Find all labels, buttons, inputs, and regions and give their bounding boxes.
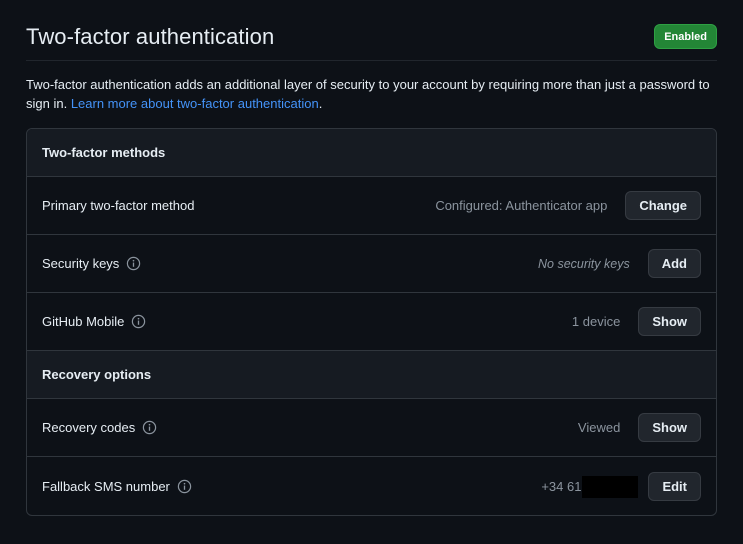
page-title: Two-factor authentication bbox=[26, 24, 275, 49]
fallback-sms-actions: +34 61 Edit bbox=[541, 472, 701, 501]
two-factor-settings-page: Two-factor authentication Enabled Two-fa… bbox=[0, 0, 743, 544]
recovery-codes-label: Recovery codes bbox=[42, 420, 157, 435]
change-button[interactable]: Change bbox=[625, 191, 701, 220]
primary-method-actions: Configured: Authenticator app Change bbox=[435, 191, 701, 220]
fallback-sms-label-text: Fallback SMS number bbox=[42, 479, 170, 494]
fallback-sms-label: Fallback SMS number bbox=[42, 479, 192, 494]
two-factor-box: Two-factor methods Primary two-factor me… bbox=[26, 128, 717, 516]
show-recovery-codes-button[interactable]: Show bbox=[638, 413, 701, 442]
info-icon[interactable] bbox=[131, 314, 146, 329]
security-keys-actions: No security keys Add bbox=[538, 249, 701, 278]
security-keys-row: Security keys No security keys Add bbox=[27, 235, 716, 293]
recovery-codes-label-text: Recovery codes bbox=[42, 420, 136, 435]
description: Two-factor authentication adds an additi… bbox=[26, 75, 716, 113]
show-devices-button[interactable]: Show bbox=[638, 307, 701, 336]
info-icon[interactable] bbox=[177, 479, 192, 494]
github-mobile-value: 1 device bbox=[571, 314, 621, 329]
learn-more-link[interactable]: Learn more about two-factor authenticati… bbox=[71, 96, 319, 111]
edit-button[interactable]: Edit bbox=[648, 472, 701, 501]
primary-method-label: Primary two-factor method bbox=[42, 198, 194, 213]
github-mobile-label: GitHub Mobile bbox=[42, 314, 146, 329]
add-button[interactable]: Add bbox=[647, 249, 701, 278]
recovery-codes-row: Recovery codes Viewed Show bbox=[27, 399, 716, 457]
github-mobile-label-text: GitHub Mobile bbox=[42, 314, 125, 329]
primary-method-label-text: Primary two-factor method bbox=[42, 198, 195, 213]
methods-heading: Two-factor methods bbox=[27, 129, 716, 177]
security-keys-value: No security keys bbox=[538, 256, 630, 271]
info-icon[interactable] bbox=[126, 256, 141, 271]
status-badge: Enabled bbox=[654, 24, 717, 49]
phone-number: +34 61 bbox=[541, 475, 639, 498]
github-mobile-row: GitHub Mobile 1 device Show bbox=[27, 293, 716, 351]
primary-method-row: Primary two-factor method Configured: Au… bbox=[27, 177, 716, 235]
recovery-codes-value: Viewed bbox=[577, 420, 621, 435]
fallback-sms-row: Fallback SMS number +34 61 Edit bbox=[27, 457, 716, 515]
github-mobile-actions: 1 device Show bbox=[572, 307, 701, 336]
security-keys-label: Security keys bbox=[42, 256, 141, 271]
redacted-block bbox=[582, 475, 639, 498]
section-header: Two-factor authentication Enabled bbox=[26, 18, 717, 61]
info-icon[interactable] bbox=[142, 420, 157, 435]
recovery-heading: Recovery options bbox=[27, 351, 716, 399]
phone-number-text: +34 61 bbox=[541, 479, 582, 494]
security-keys-label-text: Security keys bbox=[42, 256, 120, 271]
description-suffix: . bbox=[318, 96, 323, 111]
recovery-codes-actions: Viewed Show bbox=[578, 413, 701, 442]
primary-method-value: Configured: Authenticator app bbox=[435, 198, 608, 213]
